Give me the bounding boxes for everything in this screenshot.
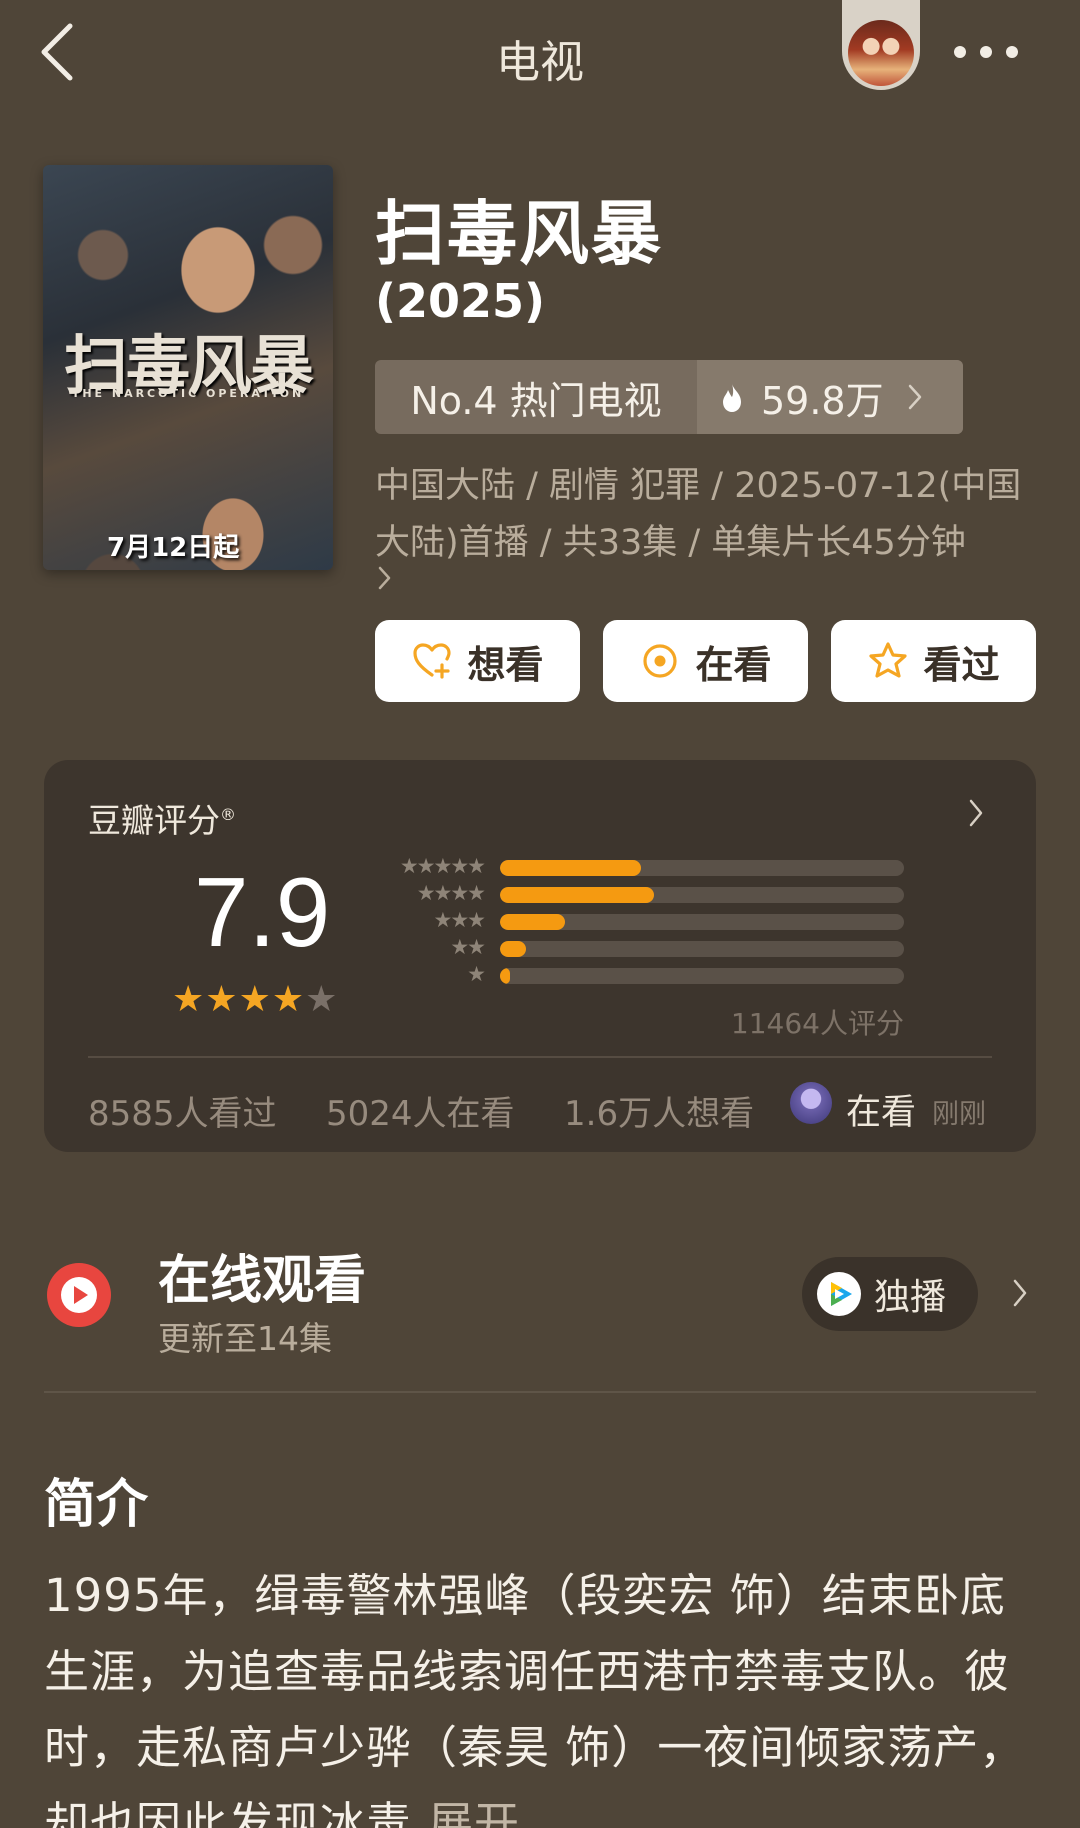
rating-score: 7.9 [194,857,331,967]
exclusive-label: 独播 [874,1277,947,1318]
rating-bar-fill [500,860,642,876]
star-filled-icon: ★ [238,979,271,1020]
rating-label: 豆瓣评分® [88,801,236,840]
rating-row-stars: ★★★ [433,908,486,932]
stat-want[interactable]: 1.6万人想看 [564,1086,754,1135]
heart-plus-icon [413,643,452,679]
show-title: 扫毒风暴 [375,193,663,275]
exclusive-badge[interactable]: 独播 [802,1257,978,1331]
stat-watching[interactable]: 5024人在看 [326,1086,515,1135]
rating-bar-track [500,860,904,876]
rank-pill[interactable]: No.4 热门电视 59.8万 [375,360,963,434]
friend-status: 在看 [846,1093,917,1133]
star-filled-icon: ★ [271,979,305,1020]
star-outline-icon [869,642,908,678]
rating-bar-track [500,941,904,957]
want-label: 想看 [467,642,544,687]
rating-row-stars: ★★ [450,935,486,959]
star-filled-icon: ★ [205,979,238,1020]
rating-bar-fill [500,914,565,930]
chevron-right-icon[interactable] [968,798,984,828]
want-button[interactable]: 想看 [375,620,580,702]
rating-row-stars: ★★★★ [416,881,486,905]
rating-bar-fill [500,941,527,957]
online-watch-title[interactable]: 在线观看 [158,1238,366,1313]
expand-link[interactable]: 展开 [428,1797,520,1828]
chevron-right-icon [908,384,921,410]
stat-watched[interactable]: 8585人看过 [88,1086,277,1135]
intro-title: 简介 [44,1475,149,1535]
rating-row-stars: ★ [467,962,486,986]
watching-label: 在看 [695,642,772,687]
rating-card[interactable]: 豆瓣评分® 7.9 ★ ★ ★ ★ ★ ★★★★★ ★★★★ ★★★ ★★ ★ 11464人评分… [44,760,1036,1152]
poster-image[interactable]: 扫毒风暴 THE NARCOTIC OPERATION 7月12日起 [43,165,333,570]
friend-avatar[interactable] [790,1082,832,1124]
tencent-video-icon [817,1272,861,1316]
rating-bar-fill [500,968,511,984]
rating-bar-track [500,887,904,903]
user-avatar[interactable] [842,0,920,90]
watched-button[interactable]: 看过 [831,620,1036,702]
poster-date: 7月12日起 [107,533,240,563]
chevron-right-icon[interactable] [378,566,392,590]
show-year: (2025) [375,274,546,328]
chevron-right-icon[interactable] [1012,1278,1028,1308]
rating-bar-fill [500,887,654,903]
star-filled-icon: ★ [172,979,205,1020]
online-watch-subtitle: 更新至14集 [158,1319,332,1358]
heat-value: 59.8万 [761,378,884,423]
play-icon[interactable] [46,1262,112,1328]
rank-label: No.4 热门电视 [410,378,662,423]
score-stars: ★ ★ ★ ★ ★ [172,982,338,1018]
rating-bar-track [500,914,904,930]
heat-section: 59.8万 [697,360,963,434]
target-icon [643,644,678,678]
friend-time: 刚刚 [932,1099,986,1130]
star-empty-icon: ★ [305,979,338,1020]
fire-icon [723,383,741,412]
more-icon[interactable] [954,42,1018,62]
poster-subtitle: THE NARCOTIC OPERATION [71,387,305,400]
rating-row-stars: ★★★★★ [399,854,486,878]
watched-label: 看过 [923,642,1000,687]
intro-text: 1995年，缉毒警林强峰（段奕宏 饰）结束卧底生涯，为追查毒品线索调任西港市禁毒… [44,1558,1034,1828]
divider [44,1391,1036,1393]
intro-body: 1995年，缉毒警林强峰（段奕宏 饰）结束卧底生涯，为追查毒品线索调任西港市禁毒… [44,1569,1026,1828]
divider [88,1056,992,1058]
registered-mark: ® [220,805,236,824]
rating-bar-track [500,968,904,984]
show-meta: 中国大陆 / 剧情 犯罪 / 2025-07-12(中国大陆)首播 / 共33集… [375,466,1022,563]
watching-button[interactable]: 在看 [603,620,808,702]
rating-count: 11464人评分 [730,1007,904,1040]
